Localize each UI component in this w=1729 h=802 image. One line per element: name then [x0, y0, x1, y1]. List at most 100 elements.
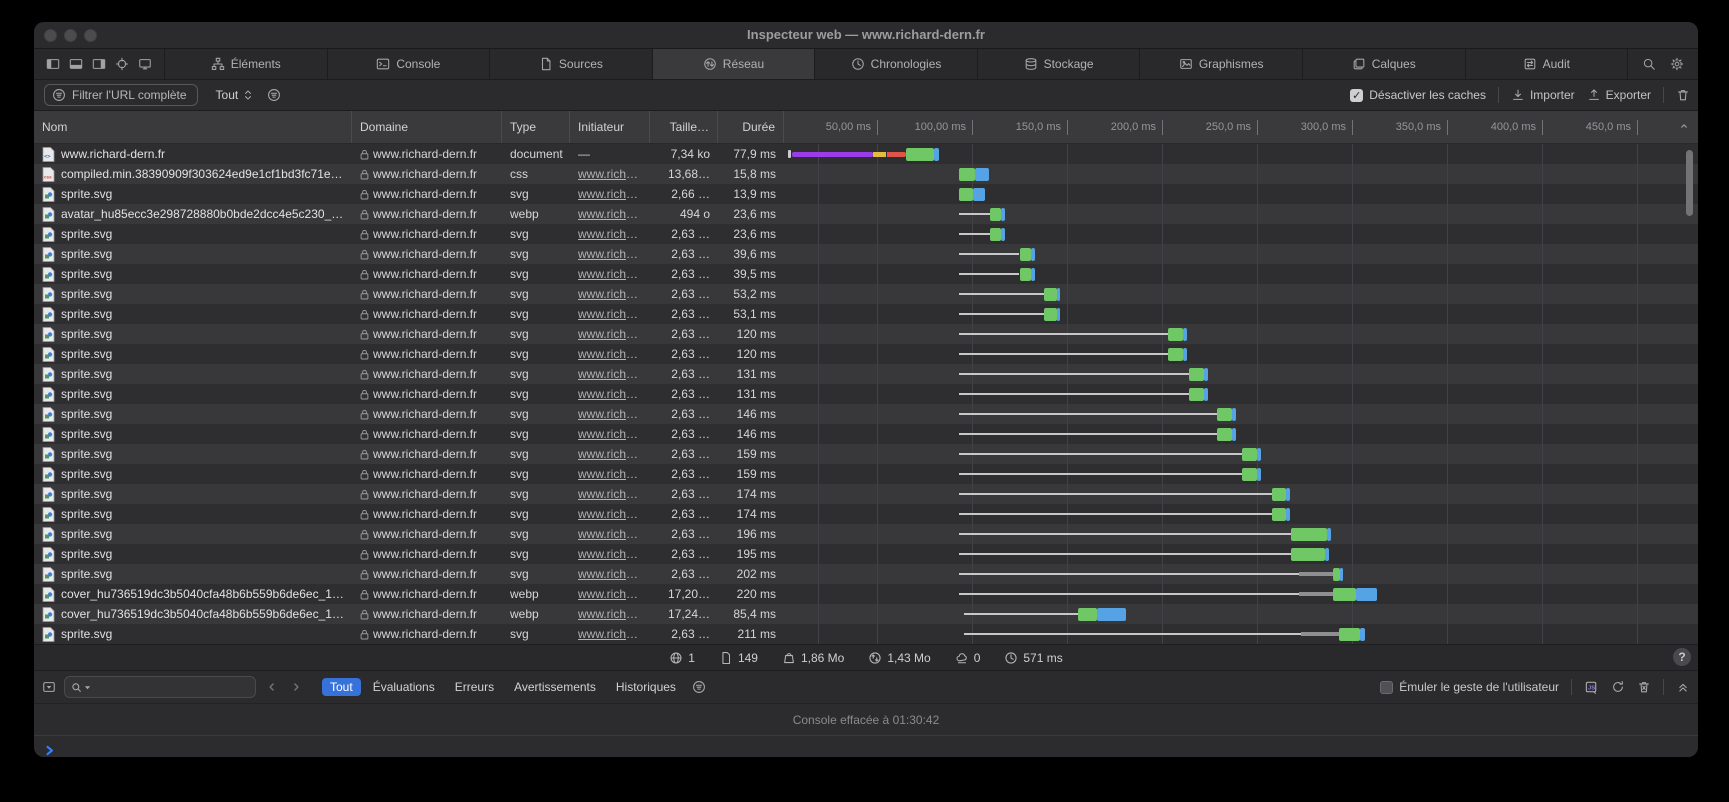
- column-header-size[interactable]: Taille…: [650, 111, 718, 143]
- expand-console-icon[interactable]: [1676, 680, 1690, 694]
- column-header-type[interactable]: Type: [502, 111, 570, 143]
- tab-stockage[interactable]: Stockage: [978, 49, 1141, 79]
- next-result-button[interactable]: [288, 681, 304, 693]
- zoom-window-button[interactable]: [84, 29, 97, 42]
- table-row[interactable]: sprite.svg www.richard-dern.fr svg www.r…: [34, 424, 1698, 444]
- table-row[interactable]: sprite.svg www.richard-dern.fr svg www.r…: [34, 264, 1698, 284]
- table-row[interactable]: sprite.svg www.richard-dern.fr svg www.r…: [34, 344, 1698, 364]
- resource-initiator[interactable]: www.richard-d…: [578, 507, 642, 521]
- console-prompt[interactable]: [34, 736, 1698, 757]
- vertical-scrollbar[interactable]: [1686, 150, 1693, 216]
- resource-initiator[interactable]: www.richard-d…: [578, 587, 642, 601]
- tab-graphismes[interactable]: Graphismes: [1140, 49, 1303, 79]
- dock-bottom-icon[interactable]: [69, 57, 83, 71]
- emulate-user-gesture-checkbox[interactable]: Émuler le geste de l'utilisateur: [1380, 680, 1559, 694]
- table-row[interactable]: css compiled.min.38390909f303624ed9e1cf1…: [34, 164, 1698, 184]
- console-scope-icon[interactable]: [42, 680, 56, 694]
- table-row[interactable]: sprite.svg www.richard-dern.fr svg www.r…: [34, 564, 1698, 584]
- resource-type-select[interactable]: Tout: [216, 88, 256, 102]
- element-picker-icon[interactable]: [115, 57, 129, 71]
- resource-initiator[interactable]: www.richard-d…: [578, 407, 642, 421]
- table-row[interactable]: sprite.svg www.richard-dern.fr svg www.r…: [34, 224, 1698, 244]
- search-icon[interactable]: [1642, 57, 1656, 71]
- table-row[interactable]: sprite.svg www.richard-dern.fr svg www.r…: [34, 364, 1698, 384]
- filter-options-icon[interactable]: [267, 88, 281, 102]
- resource-initiator[interactable]: www.richard-d…: [578, 527, 642, 541]
- resource-initiator[interactable]: www.richard-d…: [578, 167, 642, 181]
- column-header-duration[interactable]: Durée: [718, 111, 784, 143]
- table-row[interactable]: sprite.svg www.richard-dern.fr svg www.r…: [34, 484, 1698, 504]
- tab-calques[interactable]: Calques: [1303, 49, 1466, 79]
- trash-icon[interactable]: [1676, 88, 1690, 102]
- resource-initiator[interactable]: www.richard-d…: [578, 547, 642, 561]
- table-row[interactable]: sprite.svg www.richard-dern.fr svg www.r…: [34, 624, 1698, 644]
- tab-réseau[interactable]: Réseau: [653, 49, 816, 79]
- js-context-icon[interactable]: JS: [1584, 680, 1599, 695]
- resource-initiator[interactable]: www.richard-d…: [578, 247, 642, 261]
- resource-initiator[interactable]: www.richard-d…: [578, 447, 642, 461]
- resource-initiator[interactable]: www.richard-d…: [578, 387, 642, 401]
- resource-initiator[interactable]: www.richard-d…: [578, 487, 642, 501]
- table-row[interactable]: sprite.svg www.richard-dern.fr svg www.r…: [34, 384, 1698, 404]
- clear-console-icon[interactable]: [1637, 680, 1651, 694]
- console-search-field[interactable]: [64, 676, 256, 698]
- tab-sources[interactable]: Sources: [490, 49, 653, 79]
- console-filter-historiques[interactable]: Historiques: [608, 678, 684, 696]
- resource-initiator[interactable]: www.richard-d…: [578, 227, 642, 241]
- table-row[interactable]: sprite.svg www.richard-dern.fr svg www.r…: [34, 304, 1698, 324]
- table-row[interactable]: cover_hu736519dc3b5040cfa48b6b559b6de6ec…: [34, 584, 1698, 604]
- dock-left-icon[interactable]: [46, 57, 60, 71]
- table-row[interactable]: sprite.svg www.richard-dern.fr svg www.r…: [34, 444, 1698, 464]
- resource-initiator[interactable]: www.richard-d…: [578, 327, 642, 341]
- resource-initiator[interactable]: www.richard-d…: [578, 187, 642, 201]
- resource-initiator[interactable]: www.richard-d…: [578, 287, 642, 301]
- table-row[interactable]: avatar_hu85ecc3e298728880b0bde2dcc4e5c23…: [34, 204, 1698, 224]
- resource-initiator[interactable]: www.richard-d…: [578, 567, 642, 581]
- url-filter-button[interactable]: Filtrer l'URL complète: [44, 84, 198, 106]
- table-row[interactable]: sprite.svg www.richard-dern.fr svg www.r…: [34, 524, 1698, 544]
- table-row[interactable]: <> www.richard-dern.fr www.richard-dern.…: [34, 144, 1698, 164]
- minimize-window-button[interactable]: [64, 29, 77, 42]
- previous-result-button[interactable]: [264, 681, 280, 693]
- table-row[interactable]: sprite.svg www.richard-dern.fr svg www.r…: [34, 284, 1698, 304]
- resource-initiator[interactable]: www.richard-d…: [578, 207, 642, 221]
- table-row[interactable]: sprite.svg www.richard-dern.fr svg www.r…: [34, 324, 1698, 344]
- dock-right-icon[interactable]: [92, 57, 106, 71]
- table-row[interactable]: sprite.svg www.richard-dern.fr svg www.r…: [34, 544, 1698, 564]
- export-button[interactable]: Exporter: [1587, 88, 1651, 102]
- console-filter-évaluations[interactable]: Évaluations: [365, 678, 443, 696]
- resource-initiator[interactable]: www.richard-d…: [578, 427, 642, 441]
- column-header-name[interactable]: Nom: [34, 111, 352, 143]
- table-row[interactable]: cover_hu736519dc3b5040cfa48b6b559b6de6ec…: [34, 604, 1698, 624]
- column-header-domain[interactable]: Domaine: [352, 111, 502, 143]
- disable-caches-checkbox[interactable]: ✓ Désactiver les caches: [1350, 88, 1486, 102]
- console-search-input[interactable]: [93, 679, 249, 695]
- collapse-timeline-icon[interactable]: [1678, 120, 1690, 132]
- table-row[interactable]: sprite.svg www.richard-dern.fr svg www.r…: [34, 184, 1698, 204]
- resource-initiator[interactable]: www.richard-d…: [578, 467, 642, 481]
- close-window-button[interactable]: [44, 29, 57, 42]
- help-button[interactable]: ?: [1673, 648, 1691, 666]
- tab-éléments[interactable]: Éléments: [165, 49, 328, 79]
- console-filter-erreurs[interactable]: Erreurs: [447, 678, 502, 696]
- tab-chronologies[interactable]: Chronologies: [815, 49, 978, 79]
- console-filter-options-icon[interactable]: [692, 680, 706, 694]
- refresh-icon[interactable]: [1611, 680, 1625, 694]
- device-icon[interactable]: [138, 57, 152, 71]
- resource-initiator[interactable]: www.richard-d…: [578, 607, 642, 621]
- tab-console[interactable]: Console: [328, 49, 491, 79]
- table-row[interactable]: sprite.svg www.richard-dern.fr svg www.r…: [34, 504, 1698, 524]
- table-row[interactable]: sprite.svg www.richard-dern.fr svg www.r…: [34, 404, 1698, 424]
- import-button[interactable]: Importer: [1511, 88, 1575, 102]
- resource-initiator[interactable]: www.richard-d…: [578, 307, 642, 321]
- tab-audit[interactable]: Audit: [1466, 49, 1629, 79]
- gear-icon[interactable]: [1670, 57, 1684, 71]
- column-header-initiator[interactable]: Initiateur: [570, 111, 650, 143]
- resource-initiator[interactable]: www.richard-d…: [578, 347, 642, 361]
- resource-initiator[interactable]: www.richard-d…: [578, 267, 642, 281]
- table-row[interactable]: sprite.svg www.richard-dern.fr svg www.r…: [34, 244, 1698, 264]
- resource-initiator[interactable]: www.richard-d…: [578, 367, 642, 381]
- console-filter-tout[interactable]: Tout: [322, 678, 361, 696]
- console-filter-avertissements[interactable]: Avertissements: [506, 678, 604, 696]
- resource-initiator[interactable]: www.richard-d…: [578, 627, 642, 641]
